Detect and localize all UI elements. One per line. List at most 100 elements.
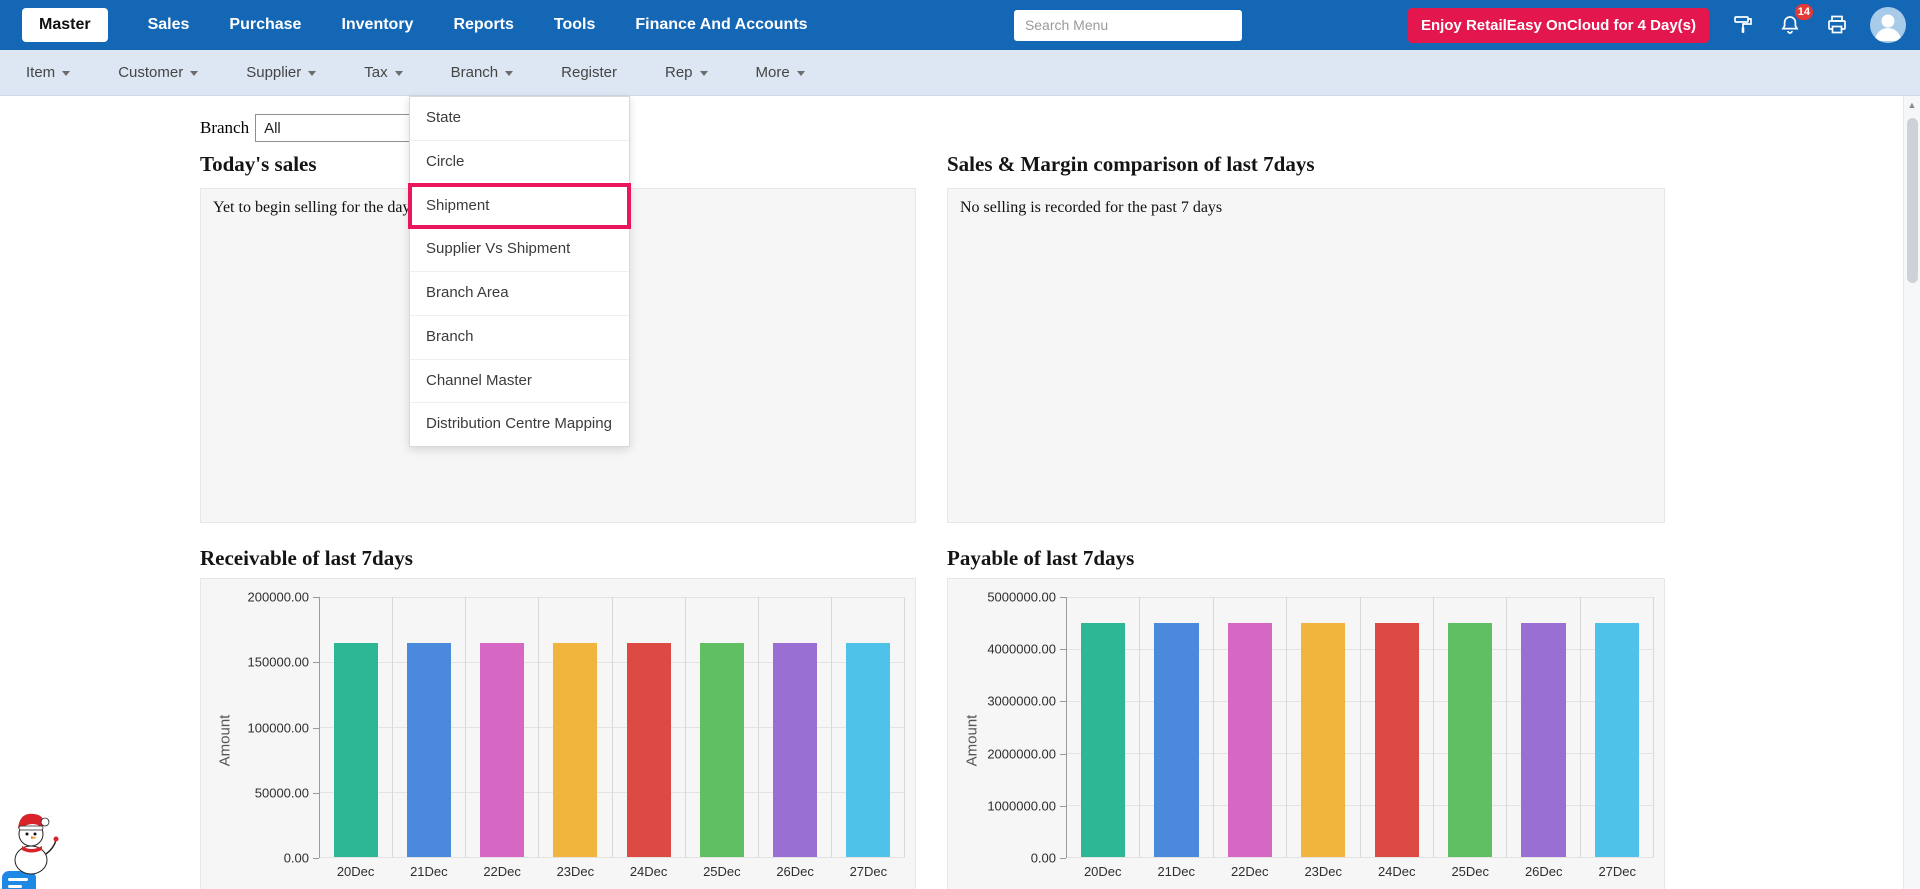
menu-item-state[interactable]: State	[410, 97, 629, 141]
chevron-down-icon	[505, 71, 514, 76]
x-tick-label: 27Dec	[849, 863, 888, 879]
notification-count-badge: 14	[1794, 4, 1813, 20]
subnav-item-supplier[interactable]: Supplier	[246, 64, 317, 81]
h-gridline	[320, 857, 905, 858]
menu-item-label: Shipment	[426, 196, 490, 214]
menu-item-circle[interactable]: Circle	[410, 141, 629, 185]
scrollbar-thumb[interactable]	[1907, 118, 1918, 283]
plot-column: 20Dec 21Dec 22Dec 23Dec 24Dec 25Dec 26Dec 27Dec	[1066, 597, 1654, 884]
plot-area	[1066, 597, 1654, 858]
y-tick-label: 0.00	[283, 850, 309, 866]
chart-category-cell	[1067, 597, 1141, 857]
bar-24Dec	[1374, 623, 1419, 857]
receivable-chart-panel: Amount 200000.00 150000.00 100000.00 50000.…	[200, 578, 916, 889]
menu-item-branch-area[interactable]: Branch Area	[410, 272, 629, 316]
trial-promo-button[interactable]: Enjoy RetailEasy OnCloud for 4 Day(s)	[1407, 7, 1709, 43]
bar-22Dec	[480, 642, 525, 857]
chart-category-cell	[1507, 597, 1581, 857]
subnav-label: Supplier	[246, 64, 302, 81]
bar-26Dec	[772, 642, 817, 857]
subnav-label: Item	[26, 64, 56, 81]
menu-item-distribution-centre-mapping[interactable]: Distribution Centre Mapping	[410, 403, 629, 446]
subnav-item-tax[interactable]: Tax	[364, 64, 403, 81]
nav-sales[interactable]: Sales	[148, 16, 190, 34]
branch-filter-label: Branch	[200, 118, 250, 137]
chart-category-cell	[1361, 597, 1434, 857]
vertical-scrollbar[interactable]: ▲	[1903, 96, 1920, 889]
x-tick-label: 20Dec	[1083, 863, 1122, 879]
y-tick-label: 4000000.00	[987, 641, 1056, 657]
notification-bell-icon[interactable]: 14	[1777, 4, 1813, 38]
chart-category-cell	[1581, 597, 1654, 857]
user-avatar[interactable]	[1870, 7, 1906, 43]
bars	[320, 597, 905, 857]
payable-bar-chart: Amount 5000000.00 4000000.00 3000000.00 200…	[958, 590, 1654, 884]
subnav-item-branch[interactable]: Branch	[451, 64, 514, 81]
subnav-label: More	[755, 64, 790, 81]
search-input[interactable]	[1013, 9, 1242, 41]
menu-item-channel-master[interactable]: Channel Master	[410, 360, 629, 404]
nav-reports[interactable]: Reports	[453, 16, 513, 34]
bar-22Dec	[1227, 623, 1272, 857]
payable-chart-panel: Amount 5000000.00 4000000.00 3000000.00 200…	[947, 578, 1665, 889]
todays-sales-title: Today's sales	[200, 152, 317, 176]
chevron-down-icon	[190, 71, 199, 76]
sales-margin-title: Sales & Margin comparison of last 7days	[947, 152, 1315, 176]
x-tick-label: 25Dec	[1451, 863, 1490, 879]
chart-category-cell	[1214, 597, 1288, 857]
chat-line	[8, 885, 22, 888]
subnav-item-more[interactable]: More	[756, 64, 805, 81]
y-tick-label: 50000.00	[254, 785, 309, 801]
branch-select-value: All	[264, 119, 281, 137]
subnav-item-item[interactable]: Item	[26, 64, 71, 81]
chevron-down-icon	[394, 71, 403, 76]
nav-finance-accounts[interactable]: Finance And Accounts	[635, 16, 807, 34]
h-gridline	[1067, 857, 1654, 858]
plot-column: 20Dec 21Dec 22Dec 23Dec 24Dec 25Dec 26Dec 27Dec	[319, 597, 905, 884]
nav-purchase[interactable]: Purchase	[229, 16, 301, 34]
menu-item-supplier-vs-shipment[interactable]: Supplier Vs Shipment	[410, 228, 629, 272]
theme-brush-icon[interactable]	[1730, 12, 1756, 38]
x-tick-label: 21Dec	[1157, 863, 1196, 879]
scroll-up-arrow[interactable]: ▲	[1904, 96, 1920, 110]
y-axis-title: Amount	[216, 714, 234, 767]
menu-item-shipment[interactable]: Shipment	[408, 182, 631, 230]
subnav-item-register[interactable]: Register	[561, 64, 617, 81]
chart-category-cell	[832, 597, 905, 857]
sales-margin-message: No selling is recorded for the past 7 da…	[960, 199, 1223, 216]
chart-category-cell	[686, 597, 759, 857]
x-axis-labels: 20Dec 21Dec 22Dec 23Dec 24Dec 25Dec 26Dec 27Dec	[319, 858, 905, 884]
sales-margin-panel: No selling is recorded for the past 7 da…	[947, 188, 1665, 523]
receivable-bar-chart: Amount 200000.00 150000.00 100000.00 50000.…	[211, 590, 905, 884]
chevron-down-icon	[308, 71, 317, 76]
chart-category-cell	[613, 597, 686, 857]
menu-item-branch[interactable]: Branch	[410, 316, 629, 360]
y-tick-label: 0.00	[1030, 850, 1056, 866]
receivable-title: Receivable of last 7days	[200, 546, 413, 570]
payable-title: Payable of last 7days	[947, 546, 1135, 570]
master-submenu-bar: Item Customer Supplier Tax Branch Regist…	[0, 50, 1920, 96]
chart-category-cell	[320, 597, 394, 857]
y-tick-label: 5000000.00	[987, 589, 1056, 605]
subnav-item-rep[interactable]: Rep	[665, 64, 708, 81]
y-tick-label: 3000000.00	[987, 693, 1056, 709]
chevron-down-icon	[796, 71, 805, 76]
subnav-label: Branch	[450, 64, 499, 81]
x-tick-label: 23Dec	[1304, 863, 1343, 879]
nav-master[interactable]: Master	[22, 8, 108, 42]
subnav-item-customer[interactable]: Customer	[118, 64, 199, 81]
x-tick-label: 22Dec	[1230, 863, 1269, 879]
print-icon[interactable]	[1824, 12, 1850, 38]
x-tick-label: 23Dec	[556, 863, 595, 879]
bar-26Dec	[1521, 623, 1566, 857]
bar-27Dec	[845, 642, 890, 857]
y-axis-title-col: Amount	[958, 597, 986, 884]
bar-25Dec	[699, 642, 744, 857]
nav-tools[interactable]: Tools	[554, 16, 595, 34]
bar-24Dec	[626, 642, 671, 857]
chevron-down-icon	[699, 71, 708, 76]
chart-category-cell	[1140, 597, 1214, 857]
nav-inventory[interactable]: Inventory	[341, 16, 413, 34]
y-tick-label: 2000000.00	[987, 746, 1056, 762]
x-tick-label: 27Dec	[1598, 863, 1637, 879]
